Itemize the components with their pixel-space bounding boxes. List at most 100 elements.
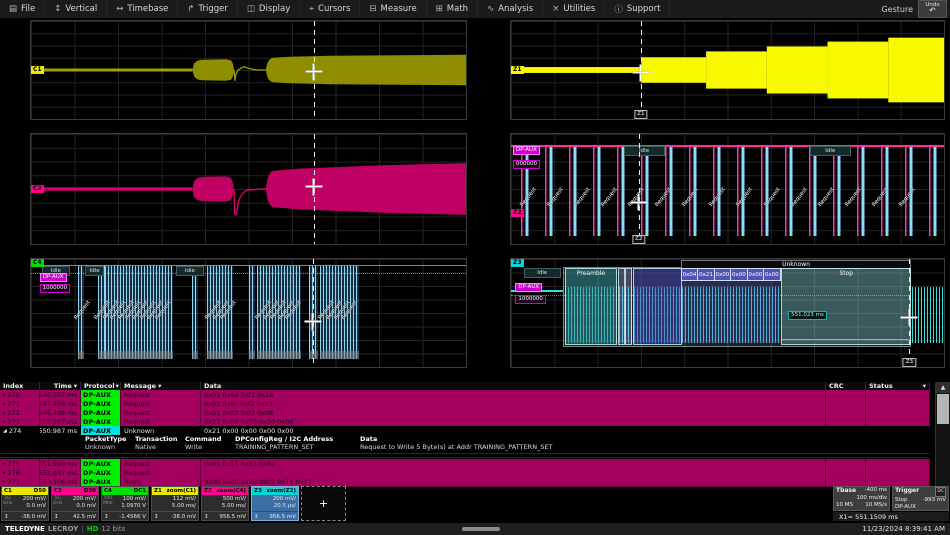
menu-math-label: Math — [447, 4, 468, 14]
c1-plot[interactable]: C1 800 mV 400 mV 0 mV -400 mV -800 mV -1… — [30, 20, 467, 120]
grid-z1: Z1 Z1 457.4 mV 233.4 mV 9.4 mV -214.6 mV… — [510, 20, 945, 120]
expand-icon[interactable]: ▸ — [3, 479, 6, 485]
preamble-label: Preamble — [577, 270, 605, 277]
analysis-icon: ∿ — [487, 4, 494, 14]
z3-cursor-cross[interactable] — [901, 309, 918, 326]
byte-value[interactable]: 0x21 — [697, 268, 715, 281]
z2-cursor-cross[interactable] — [630, 194, 647, 211]
menu-file-label: File — [21, 4, 35, 14]
trigger-box[interactable]: TriggerDC Stop-993 mV DP-AUX — [892, 486, 949, 511]
menu-timebase[interactable]: ↔Timebase — [107, 0, 178, 18]
z3-zero-badge[interactable]: Z3 — [511, 259, 524, 267]
expand-icon[interactable]: ▸ — [3, 410, 6, 416]
scrollbar-thumb[interactable] — [937, 394, 949, 424]
datetime-label: 11/23/2024 8:39:41 AM — [862, 525, 945, 533]
descriptor-c1[interactable]: C1D50 1GGHz 200 mV/0.0 mV ↕-38.0 mV — [1, 486, 49, 521]
col-crc[interactable]: CRC — [826, 382, 866, 390]
c4-zero-badge[interactable]: C4 — [31, 259, 44, 267]
byte-value[interactable]: 0x00 — [747, 268, 765, 281]
drag-handle[interactable] — [462, 527, 500, 531]
z2-bus-high-line — [511, 145, 944, 147]
protocol-badge: DP-AUX — [81, 390, 120, 399]
z2-cursor-tag: Z2 — [632, 235, 645, 244]
menu-vertical[interactable]: ↕ Vertical — [45, 0, 107, 18]
z2-cursor-line[interactable] — [639, 134, 640, 244]
table-scrollbar[interactable]: ▲ — [935, 382, 950, 486]
scroll-up-icon[interactable]: ▲ — [936, 382, 950, 393]
divider — [0, 453, 930, 454]
vertical-icon: ↕ — [54, 4, 61, 14]
packet-detail-header: PacketType Transaction Command DPConfigR… — [0, 435, 930, 443]
c2-zero-badge[interactable]: C2 — [31, 185, 44, 193]
z1-cursor-cross[interactable] — [632, 64, 649, 81]
col-time[interactable]: Time▾ — [40, 382, 81, 390]
byte-value[interactable]: 0x00 — [763, 268, 781, 281]
dp-aux-badge[interactable]: DP-AUX — [40, 273, 67, 282]
c1-zero-badge[interactable]: C1 — [31, 66, 44, 74]
byte-value[interactable]: 0x00 — [730, 268, 748, 281]
idle-label: Idle — [624, 146, 665, 156]
protocol-badge: DP-AUX — [81, 408, 120, 417]
menu-math[interactable]: ⊞Math — [427, 0, 478, 18]
descriptor-c2[interactable]: C2D50 1GGHz 200 mV/0.0 mV ↕42.5 mV — [51, 486, 99, 521]
descriptor-c4[interactable]: C4DC1 500MHz 100 mV/1.0970 V ↕-1.4566 V — [101, 486, 149, 521]
expand-icon[interactable]: ▸ — [3, 392, 6, 398]
menu-display[interactable]: ◫Display — [238, 0, 300, 18]
aux-burst — [192, 265, 198, 359]
col-data[interactable]: Data — [201, 382, 826, 390]
stop-field[interactable]: Stop — [781, 268, 911, 345]
descriptor-z2[interactable]: Z2zoom(C4) 500 mV/5.00 ms/ ↕956.5 mV — [201, 486, 249, 521]
dp-aux-badge[interactable]: DP-AUX — [513, 146, 540, 155]
menu-support[interactable]: ⓘSupport — [605, 0, 670, 18]
z3-stop-line — [782, 339, 910, 341]
table-header: Index Time▾ Protocol▾ Message▾ Data CRC … — [0, 382, 930, 390]
c2-cursor-cross[interactable] — [305, 178, 322, 195]
dp-aux-badge[interactable]: DP-AUX — [515, 283, 542, 292]
menu-analysis[interactable]: ∿ Analysis — [478, 0, 543, 18]
byte-value[interactable]: 0x00 — [714, 268, 732, 281]
menu-measure[interactable]: ⊟Measure — [360, 0, 426, 18]
c4-cursor-cross[interactable] — [304, 313, 321, 330]
menu-trigger[interactable]: ↱Trigger — [178, 0, 237, 18]
c2-plot[interactable]: C2 800 mV 400 mV 0 mV -400 mV -800 mV -1… — [30, 133, 467, 245]
decode-table: Index Time▾ Protocol▾ Message▾ Data CRC … — [0, 382, 950, 486]
menu-utilities[interactable]: ×Utilities — [543, 0, 605, 18]
menu-cursors-label: Cursors — [318, 4, 350, 14]
offset-marker-icon: ↕ — [104, 514, 109, 520]
table-row-274-selected[interactable]: ◢274 550.987 ms DP-AUX Unknown 0x21 0x00… — [0, 426, 930, 435]
trigger-coupling-badge: DC — [935, 487, 946, 497]
c4-plot[interactable]: Idle Idle Idle DP-AUX 1000000 C4 -697 mV… — [30, 258, 467, 368]
z3-plot[interactable]: Preamble 0x04 0x21 0x00 0x00 0x00 0x00 U… — [510, 258, 945, 368]
descriptor-z3-selected[interactable]: Z3zoom(Z2) 200 mV/20.5 µs/ ↕956.5 mV — [251, 486, 299, 521]
z1-plot[interactable]: Z1 Z1 457.4 mV 233.4 mV 9.4 mV -214.6 mV… — [510, 20, 945, 120]
aux-burst — [249, 265, 255, 359]
expand-icon[interactable]: ▸ — [3, 419, 6, 425]
timebase-box[interactable]: Tbase-400 ms 100 ms/div 10 MS10 MS/s — [833, 486, 890, 511]
preamble-field[interactable]: Preamble — [565, 268, 617, 345]
menu-vertical-label: Vertical — [65, 4, 97, 14]
menu-analysis-label: Analysis — [498, 4, 533, 14]
c1-waveform — [31, 21, 466, 119]
expand-icon[interactable]: ▸ — [3, 461, 6, 467]
col-status[interactable]: Status▾ — [866, 382, 930, 390]
menu-cursors[interactable]: ⌖Cursors — [300, 0, 360, 18]
col-message[interactable]: Message▾ — [121, 382, 201, 390]
sort-icon: ▾ — [158, 382, 161, 390]
descriptor-z1[interactable]: Z1zoom(C1) 112 mV/5.00 ms/ ↕-38.0 mV — [151, 486, 199, 521]
menu-file[interactable]: ▤File — [0, 0, 45, 18]
undo-button[interactable]: Undo ↶ — [918, 0, 947, 18]
z2-zero-badge[interactable]: Z2 — [511, 209, 524, 217]
expand-icon[interactable]: ▸ — [3, 470, 6, 476]
z2-plot[interactable]: Idle Idle DP-AUX 000000 Z2 Z2 3.5 V 2.5 … — [510, 133, 945, 245]
col-index[interactable]: Index — [0, 382, 40, 390]
z1-zero-badge[interactable]: Z1 — [511, 66, 524, 74]
menu-bar: ▤File ↕ Vertical ↔Timebase ↱Trigger ◫Disp… — [0, 0, 950, 19]
col-protocol[interactable]: Protocol▾ — [81, 382, 121, 390]
collapse-icon[interactable]: ◢ — [3, 428, 7, 434]
idle-label: Idle — [524, 268, 561, 278]
menu-display-label: Display — [259, 4, 290, 14]
c1-cursor-cross[interactable] — [305, 63, 322, 80]
add-trace-button[interactable]: + — [301, 486, 346, 521]
expand-icon[interactable]: ▸ — [3, 401, 6, 407]
byte-value[interactable]: 0x04 — [681, 268, 699, 281]
